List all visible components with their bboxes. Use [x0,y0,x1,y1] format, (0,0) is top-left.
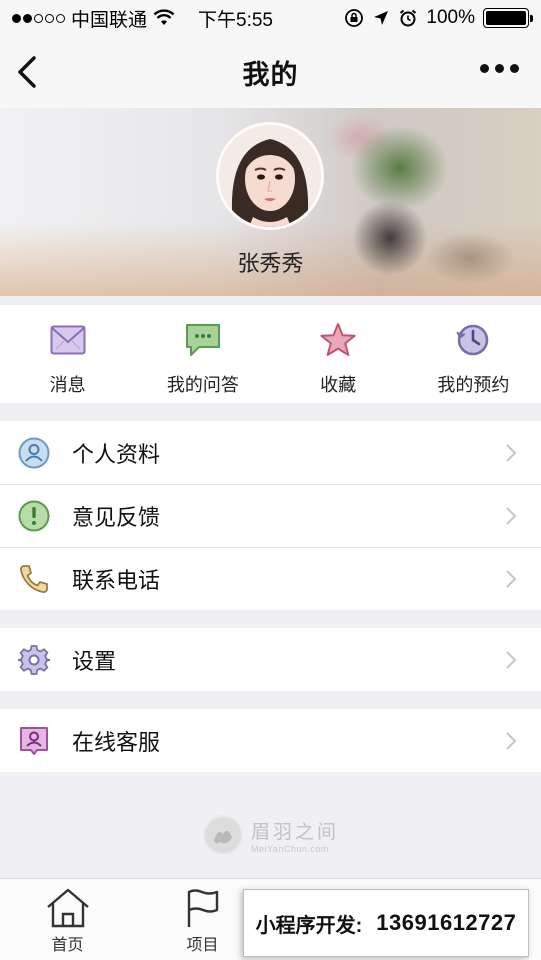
profile-banner: 张秀秀 [0,108,541,296]
feedback-icon [18,500,50,532]
star-icon [319,321,357,359]
avatar[interactable] [216,122,324,230]
menu-item-label: 个人资料 [72,441,161,467]
tab-label: 项目 [186,937,219,954]
status-right: 100% [289,7,533,29]
chevron-right-icon [506,507,517,525]
phone-icon [18,563,50,595]
page-title: 我的 [242,59,299,90]
battery-fill [486,11,526,25]
chat-bubble-icon [184,321,222,359]
status-time: 下午5:55 [198,9,273,31]
quick-actions: 消息 我的问答 收藏 我的预约 [0,305,541,403]
quick-action-label: 我的问答 [166,375,239,395]
battery-icon [483,8,533,28]
menu-item-label: 在线客服 [72,729,161,755]
menu-item-feedback[interactable]: 意见反馈 [0,484,541,547]
chevron-right-icon [506,651,517,669]
menu-group-service: 在线客服 [0,709,541,772]
menu-item-label: 联系电话 [72,567,161,593]
avatar-portrait-icon [219,125,321,227]
promo-banner: 小程序开发: 13691612727 [243,889,529,957]
promo-label: 小程序开发: [255,914,363,937]
user-name: 张秀秀 [237,251,304,276]
tab-home[interactable]: 首页 [0,879,135,960]
brand-watermark: 眉羽之间 MeiYanChun.com [203,815,339,855]
brand-logo-icon [203,815,243,855]
gear-icon [18,644,50,676]
wifi-icon [153,9,175,25]
menu-item-label: 意见反馈 [72,504,161,530]
quick-action-label: 收藏 [320,375,357,395]
quick-action-messages[interactable]: 消息 [0,305,135,403]
menu-group-settings: 设置 [0,628,541,691]
more-dots-icon[interactable] [480,64,519,73]
screen: 中国联通 下午5:55 100% 我的 张秀秀 消息 我的问答 收藏 我的预约 … [0,0,541,960]
brand-text: 眉羽之间 MeiYanChun.com [251,817,339,854]
flag-icon [187,889,218,927]
nav-bar: 我的 [0,36,541,108]
battery-percent: 100% [426,7,475,28]
chevron-left-icon[interactable] [14,54,42,90]
user-profile-icon [18,437,50,469]
chevron-right-icon [506,570,517,588]
menu-item-settings[interactable]: 设置 [0,628,541,691]
alarm-clock-icon [400,9,417,27]
menu-item-online-service[interactable]: 在线客服 [0,709,541,772]
quick-action-my-qa[interactable]: 我的问答 [135,305,270,403]
envelope-icon [49,321,87,359]
brand-name: 眉羽之间 [251,821,340,843]
home-icon [46,888,89,928]
brand-sub: MeiYanChun.com [251,843,329,854]
customer-service-icon [18,725,50,757]
menu-item-personal-info[interactable]: 个人资料 [0,421,541,484]
promo-phone[interactable]: 13691612727 [376,910,516,936]
chevron-right-icon [506,732,517,750]
quick-action-appointments[interactable]: 我的预约 [406,305,541,403]
quick-action-favorites[interactable]: 收藏 [271,305,406,403]
history-clock-icon [454,321,492,359]
status-bar: 中国联通 下午5:55 100% [0,0,541,36]
rotation-lock-icon [345,9,364,27]
chevron-right-icon [506,444,517,462]
quick-action-label: 我的预约 [437,375,510,395]
signal-strength-icon [12,13,65,23]
carrier-name: 中国联通 [71,9,148,31]
location-arrow-icon [374,11,389,25]
tab-label: 首页 [51,937,84,954]
quick-action-label: 消息 [49,375,86,395]
menu-item-contact-phone[interactable]: 联系电话 [0,547,541,610]
menu-group-profile: 个人资料 意见反馈 联系电话 [0,421,541,610]
menu-item-label: 设置 [72,648,117,674]
